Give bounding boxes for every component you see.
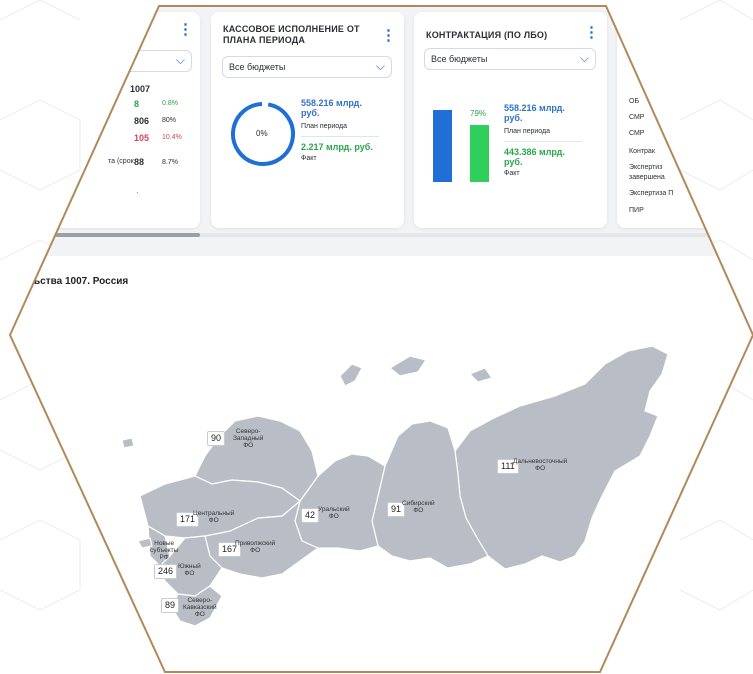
- fact-percent-label: 79%: [470, 109, 487, 118]
- region-islands-1: [339, 363, 363, 387]
- work-type-item: завершена: [629, 174, 665, 181]
- status-count-2: 806: [134, 116, 150, 126]
- card-menu-icon[interactable]: ⋮: [381, 28, 396, 43]
- fact-label: Факт: [301, 155, 317, 162]
- fact-value: 2.217 млрд. руб.: [301, 142, 373, 152]
- card-menu-icon[interactable]: ⋮: [584, 25, 599, 40]
- list-dot: ·: [136, 188, 139, 197]
- work-type-item: СМР: [629, 114, 645, 121]
- cash-execution-card: КАССОВОЕ ИСПОЛНЕНИЕ ОТ ПЛАНА ПЕРИОДА ⋮ В…: [211, 12, 404, 228]
- total-count: 1007: [130, 84, 151, 94]
- scrollbar-thumb[interactable]: [40, 233, 200, 237]
- work-type-item: Экспертиза П: [629, 190, 674, 197]
- plan-label: План периода: [504, 128, 551, 135]
- card-title: КОНТРАКТАЦИЯ (ПО ЛБО): [426, 30, 548, 40]
- budget-select-value: Все бюджеты: [431, 54, 488, 64]
- fact-bar: [470, 125, 489, 182]
- region-name-label: Северо- Кавказский ФО: [183, 597, 217, 618]
- status-count-4: 88: [134, 157, 145, 167]
- chevron-down-icon: ⌵: [375, 59, 385, 73]
- work-type-item: СМР: [629, 130, 645, 137]
- status-pct-2: 80%: [162, 117, 177, 124]
- region-kaliningrad: [121, 437, 135, 449]
- region-count-badge[interactable]: 89: [161, 598, 180, 613]
- plan-label: План периода: [301, 123, 348, 130]
- status-pct-1: 0.8%: [162, 100, 178, 107]
- divider: [504, 141, 582, 142]
- contracting-card: КОНТРАКТАЦИЯ (ПО ЛБО) ⋮ Все бюджеты ⌵ 79…: [414, 12, 607, 228]
- status-count-1: 8: [134, 99, 140, 109]
- plan-value: 558.216 млрд. руб.: [301, 98, 362, 118]
- region-islands-2: [389, 355, 427, 377]
- status-pct-4: 8.7%: [162, 159, 178, 166]
- region-islands-3: [469, 367, 493, 383]
- fact-label: Факт: [504, 170, 520, 177]
- divider: [301, 136, 379, 137]
- status-pct-3: 10.4%: [162, 134, 182, 141]
- region-name-label: Приволжский ФО: [235, 540, 276, 554]
- budget-select[interactable]: Все бюджеты ⌵: [222, 56, 392, 78]
- work-type-item: Экспертиз: [629, 164, 663, 171]
- horizontal-scrollbar[interactable]: [40, 233, 753, 237]
- chevron-down-icon: ⌵: [175, 53, 185, 67]
- card-menu-icon[interactable]: ⋮: [178, 22, 193, 37]
- region-name-label: Южный ФО: [178, 563, 201, 577]
- budget-select[interactable]: Все бюджеты ⌵: [424, 48, 596, 70]
- status-count-3: 105: [134, 133, 150, 143]
- budget-select-value: Все бюджеты: [229, 62, 286, 72]
- region-name-label: Новые субъекты РФ: [150, 540, 179, 561]
- plan-value: 558.216 млрд. руб.: [504, 103, 565, 123]
- status-label-4: та (срок: [108, 158, 134, 165]
- region-count-badge[interactable]: 90: [207, 431, 226, 446]
- work-type-item: ПИР: [629, 207, 644, 214]
- card-title: КАССОВОЕ ИСПОЛНЕНИЕ ОТ ПЛАНА ПЕРИОДА: [223, 24, 360, 45]
- fact-value: 443.386 млрд. руб.: [504, 147, 565, 167]
- work-type-item: ОБ: [629, 98, 640, 105]
- chevron-down-icon: ⌵: [579, 51, 589, 65]
- work-type-item: Контрак: [629, 148, 655, 155]
- region-count-badge[interactable]: 42: [301, 508, 320, 523]
- region-name-label: Северо- Западный ФО: [233, 428, 264, 449]
- region-name-label: Уральский ФО: [318, 506, 350, 520]
- plan-bar: [433, 110, 452, 182]
- region-name-label: Дальневосточный ФО: [513, 458, 568, 472]
- region-name-label: Сибирский ФО: [402, 500, 435, 514]
- gauge-percent: 0%: [256, 129, 268, 138]
- region-count-badge[interactable]: 246: [154, 564, 178, 579]
- region-name-label: Центральный ФО: [193, 510, 235, 524]
